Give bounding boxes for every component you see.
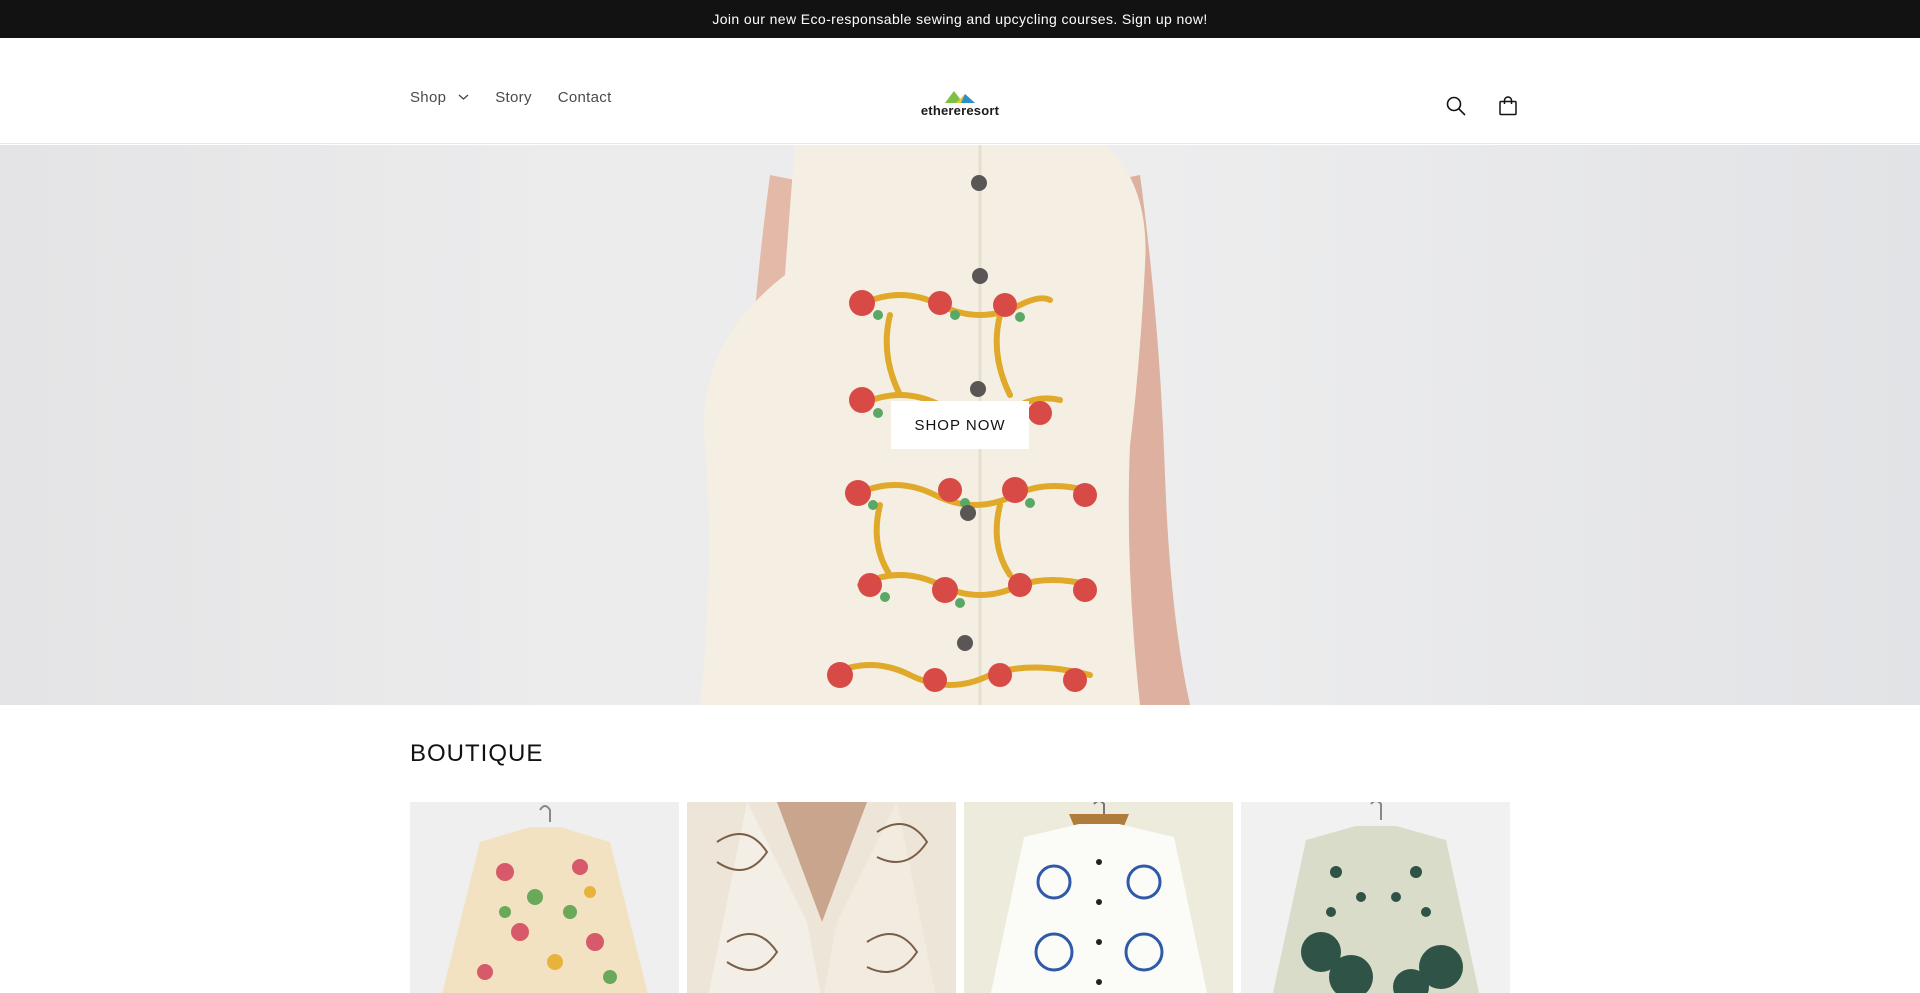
product-card[interactable] [964, 802, 1233, 993]
announcement-bar: Join our new Eco-responsable sewing and … [0, 0, 1920, 38]
nav-item-contact[interactable]: Contact [558, 89, 612, 106]
product-image-green-jacket [1241, 802, 1510, 993]
announcement-text[interactable]: Join our new Eco-responsable sewing and … [712, 11, 1207, 27]
product-image-blue-jacket [964, 802, 1233, 993]
mountain-logo-icon [945, 91, 975, 103]
site-logo[interactable]: ethereresort [910, 88, 1010, 128]
product-image-cream-blazer [687, 802, 956, 993]
cart-icon [1499, 96, 1517, 116]
cart-button[interactable] [1492, 90, 1524, 122]
nav-item-contact-label: Contact [557, 88, 612, 106]
product-image-floral-jacket [410, 802, 679, 993]
hero-banner: SHOP NOW [0, 145, 1920, 705]
chevron-down-icon [458, 94, 469, 100]
product-grid [410, 802, 1511, 993]
nav-item-story[interactable]: Story [495, 89, 532, 106]
logo-text: ethereresort [920, 103, 1000, 118]
nav-item-story-label: Story [495, 88, 532, 106]
search-icon [1446, 96, 1466, 116]
shop-now-button[interactable]: SHOP NOW [891, 401, 1029, 449]
nav-item-shop[interactable]: Shop [410, 89, 469, 106]
site-header: Shop Story Contact ethereresort [0, 38, 1920, 144]
product-card[interactable] [1241, 802, 1510, 993]
shop-now-label: SHOP NOW [914, 416, 1006, 434]
nav-item-shop-label: Shop [410, 88, 447, 106]
boutique-title: BOUTIQUE [410, 740, 544, 767]
header-icons [1440, 90, 1524, 122]
product-card[interactable] [410, 802, 679, 993]
main-nav: Shop Story Contact [410, 38, 612, 144]
search-button[interactable] [1440, 90, 1472, 122]
product-card[interactable] [687, 802, 956, 993]
